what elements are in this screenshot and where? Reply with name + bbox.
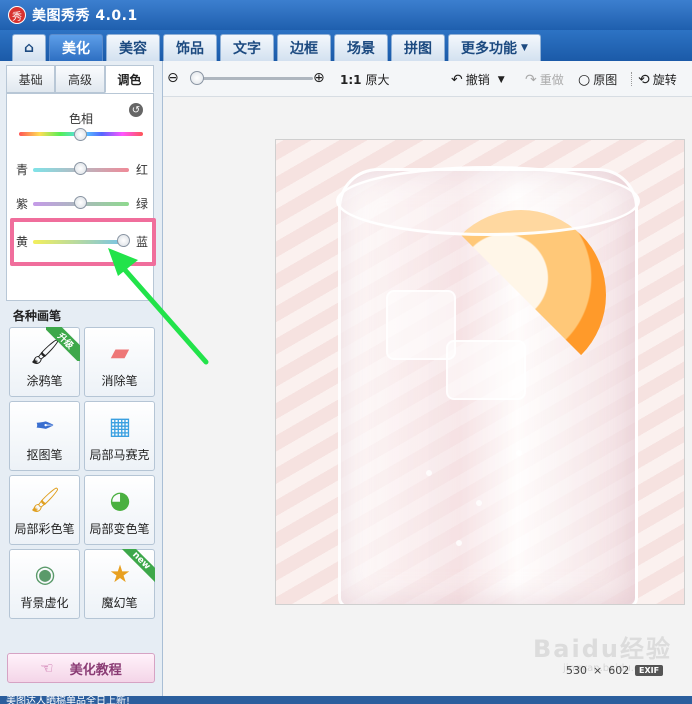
tab-beauty[interactable]: 美容 [106,34,160,61]
brush-label: 魔幻笔 [101,596,138,610]
window-title: 美图秀秀 4.0.1 [32,8,138,24]
tab-frame[interactable]: 边框 [277,34,331,61]
tab-beautify[interactable]: 美化 [49,34,103,61]
actual-size-label: 原大 [365,73,390,87]
slider-1-left-label: 青 [16,163,29,177]
mosaic-brush-button[interactable]: ▦ 局部马赛克 [84,401,155,471]
blur-background-icon: ◉ [34,560,56,588]
circle-icon: ○ [578,71,591,88]
slider-2-right-label: 绿 [136,197,149,211]
more-features-menu[interactable]: 更多功能 ▼ [448,34,541,61]
slider-1-right-label: 红 [136,163,149,177]
home-icon: ⌂ [23,40,35,56]
zoom-out-icon: ⊖ [167,70,179,86]
doodle-brush-button[interactable]: 🖌 涂鸦笔 升级 [9,327,80,397]
mosaic-icon: ▦ [108,412,132,440]
hue-slider-thumb[interactable] [74,128,87,141]
ratio-label: 1:1 [340,72,362,87]
left-panel: 基础 高级 调色 色相 ↺ 青 红 紫 绿 黄 蓝 各种画笔 🖌 涂鸦笔 升级 [0,61,163,696]
tab-collage[interactable]: 拼图 [391,34,445,61]
background-blur-button[interactable]: ◉ 背景虚化 [9,549,80,619]
brush-label: 局部变色笔 [89,522,150,536]
subtab-basic[interactable]: 基础 [6,65,56,93]
hand-icon: ☜ [40,659,54,677]
reset-icon[interactable]: ↺ [129,103,143,117]
brush-label: 局部马赛克 [89,448,150,462]
actual-size-button[interactable]: 1:1 原大 [340,71,390,88]
brush-label: 消除笔 [101,374,138,388]
image-width: 530 [566,664,587,677]
home-tab[interactable]: ⌂ [12,34,46,61]
canvas-area: Baidu经验 jingyan.baidu.com 530 × 602 EXIF [163,97,692,696]
zoom-in-icon: ⊕ [313,70,325,86]
undo-icon: ↶ [451,71,463,88]
redo-label: 重做 [539,73,564,87]
slider-2-left-label: 紫 [16,197,29,211]
zoom-slider-thumb[interactable] [190,71,205,85]
caret-down-icon: ▼ [521,43,528,53]
subtab-advanced[interactable]: 高级 [55,65,105,93]
exif-button[interactable]: EXIF [635,665,664,676]
app-logo-icon: 秀 [8,6,26,24]
zoom-in-button[interactable]: ⊕ [313,70,328,86]
undo-button[interactable]: ↶ 撤销 ▼ [451,71,505,88]
brush-label: 涂鸦笔 [26,374,63,388]
tab-text[interactable]: 文字 [220,34,274,61]
tab-accessories[interactable]: 饰品 [163,34,217,61]
pen-cutout-icon: ✒ [34,412,56,440]
zoom-out-button[interactable]: ⊖ [167,70,182,86]
status-bar: 美图达人晒稿单品全日上新! [0,696,692,704]
toolbar-separator [631,72,632,86]
toolbar: ⊖ ⊕ 1:1 原大 ↶ 撤销 ▼ ↷ 重做 ○ 原图 ⟲ 旋转 [163,61,692,97]
redo-icon: ↷ [525,71,537,88]
bubble [476,500,482,506]
original-button[interactable]: ○ 原图 [578,71,617,88]
bubble [426,470,432,476]
paint-bucket-icon: ◕ [109,486,131,514]
more-features-label: 更多功能 [461,41,517,57]
purple-green-slider-thumb[interactable] [74,196,87,209]
tab-scene[interactable]: 场景 [334,34,388,61]
color-brush-icon: 🖌 [29,486,61,514]
redo-button[interactable]: ↷ 重做 [525,71,564,88]
ice-cube [446,340,526,400]
rotate-label: 旋转 [652,73,677,87]
new-badge: new [121,549,155,583]
tutorial-label: 美化教程 [69,662,122,678]
brush-label: 抠图笔 [26,448,63,462]
green-arrow-annotation [108,248,209,365]
baidu-watermark: Baidu经验 [533,635,672,663]
beautify-tutorial-button[interactable]: ☜ 美化教程 [7,653,155,683]
rotate-icon: ⟲ [638,71,650,88]
bubble [516,450,522,456]
recolor-brush-button[interactable]: ◕ 局部变色笔 [84,475,155,545]
subtab-color[interactable]: 调色 [104,65,154,93]
brushes-heading: 各种画笔 [13,309,62,323]
magic-brush-button[interactable]: ★ 魔幻笔 new [84,549,155,619]
cutout-brush-button[interactable]: ✒ 抠图笔 [9,401,80,471]
glass-rim [336,166,640,236]
adjust-subtabs: 基础 高级 调色 [6,65,154,94]
undo-label: 撤销 [465,73,490,87]
cyan-red-slider-thumb[interactable] [74,162,87,175]
edited-photo[interactable] [275,139,685,605]
brush-label: 背景虚化 [20,596,69,610]
upgrade-badge: 升级 [46,327,80,361]
title-bar: 秀 美图秀秀 4.0.1 [0,0,692,30]
image-size-readout: 530 × 602 [566,664,629,677]
bubble [456,540,462,546]
original-label: 原图 [593,73,618,87]
rotate-button[interactable]: ⟲ 旋转 [638,71,677,88]
main-nav: ⌂ 美化 美容 饰品 文字 边框 场景 拼图 更多功能 ▼ [0,30,692,61]
undo-dropdown-icon[interactable]: ▼ [498,75,505,85]
image-height: 602 [608,664,630,677]
color-brush-button[interactable]: 🖌 局部彩色笔 [9,475,80,545]
brush-label: 局部彩色笔 [14,522,75,536]
zoom-slider-track[interactable] [191,77,313,80]
size-times: × [593,664,603,677]
